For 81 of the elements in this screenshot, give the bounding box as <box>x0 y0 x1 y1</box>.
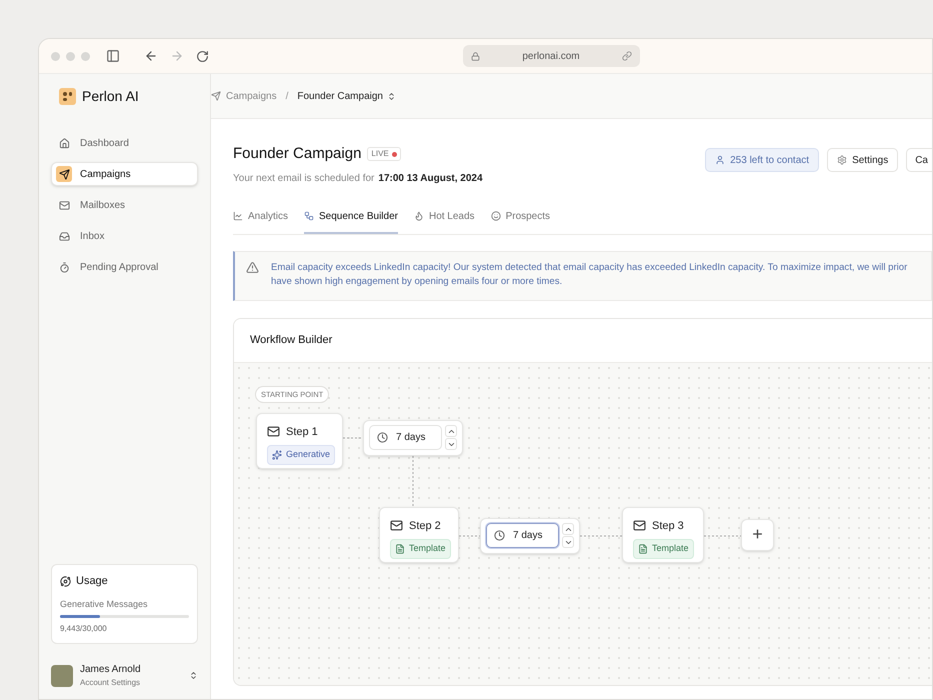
delay-field[interactable]: 7 days <box>369 425 442 450</box>
chart-icon <box>233 211 243 221</box>
logo-icon <box>59 88 76 105</box>
sidebar-toggle-icon[interactable] <box>106 49 120 63</box>
delay-field[interactable]: 7 days <box>486 523 559 548</box>
avatar <box>51 664 73 686</box>
schedule-text: Your next email is scheduled for <box>233 172 374 186</box>
mail-icon <box>267 425 280 438</box>
step-card[interactable]: Step 3 Template <box>622 506 704 562</box>
increment-button[interactable] <box>562 523 574 535</box>
nav-item[interactable]: Inbox <box>51 224 198 248</box>
back-icon[interactable] <box>144 49 158 63</box>
nav-item[interactable]: Pending Approval <box>51 255 198 279</box>
inbox-icon <box>58 230 70 242</box>
connector-line <box>342 437 364 438</box>
url-text: perlonai.com <box>521 50 581 64</box>
nav-item[interactable]: Mailboxes <box>51 193 198 217</box>
connector-line <box>580 535 622 536</box>
breadcrumb-current[interactable]: Founder Campaign <box>297 88 383 104</box>
user-subtitle: Account Settings <box>80 677 142 689</box>
user-name: James Arnold <box>80 663 142 677</box>
step-label: Step 3 <box>652 518 684 534</box>
tab[interactable]: Prospects <box>490 208 550 234</box>
panel-title: Workflow Builder <box>250 332 332 348</box>
send-icon <box>58 168 70 180</box>
reload-icon[interactable] <box>196 50 209 62</box>
link-icon[interactable] <box>622 51 632 61</box>
contacts-button[interactable]: 253 left to contact <box>705 148 820 172</box>
decrement-button[interactable] <box>445 438 457 450</box>
decrement-button[interactable] <box>562 536 574 548</box>
tab[interactable]: Analytics <box>233 208 288 234</box>
tab[interactable]: Sequence Builder <box>304 208 398 234</box>
document-icon <box>395 544 405 554</box>
send-icon <box>211 91 221 101</box>
step-card[interactable]: Step 2 Template <box>379 506 459 562</box>
flame-icon <box>414 211 424 221</box>
account-switch-icon[interactable] <box>189 671 198 680</box>
home-icon <box>58 138 70 148</box>
alert-text: Email capacity exceeds LinkedIn capacity! Our system detected that email capacity has exceeded LinkedIn capacity. To maximize impact, we will prior have shown high engagement by opening emails four or more times. <box>271 260 908 288</box>
breadcrumb-separator: / <box>286 90 288 104</box>
step-badge: Template <box>633 539 694 558</box>
usage-reading: 9,443/30,000 <box>60 623 108 635</box>
settings-button[interactable]: Settings <box>827 148 898 172</box>
mail-icon <box>390 519 403 532</box>
nav-item[interactable]: Dashboard <box>51 131 198 155</box>
schedule-time: 17:00 13 August, 2024 <box>378 172 483 186</box>
step-badge: Template <box>390 539 451 558</box>
lock-icon <box>471 52 480 60</box>
tab[interactable]: Hot Leads <box>414 208 475 234</box>
app-name: Perlon AI <box>82 87 139 106</box>
delay-value: 7 days <box>513 529 542 543</box>
increment-button[interactable] <box>445 425 457 437</box>
nav-item[interactable]: Campaigns <box>51 162 198 186</box>
usage-label: Generative Messages <box>60 598 149 611</box>
step-label: Step 2 <box>409 518 441 534</box>
address-bar[interactable]: perlonai.com <box>463 45 640 67</box>
step-label: Step 1 <box>286 424 318 440</box>
document-icon <box>638 544 648 554</box>
add-step-button[interactable]: + <box>741 518 774 550</box>
header-button[interactable]: Ca <box>906 148 932 172</box>
step-badge: Generative <box>267 445 336 464</box>
status-badge: LIVE <box>367 147 401 162</box>
switch-icon[interactable] <box>386 92 396 100</box>
mail-icon <box>633 519 646 532</box>
person-icon <box>715 155 726 165</box>
flow-icon <box>304 211 314 221</box>
connector-line <box>412 455 414 507</box>
usage-title: Usage <box>76 574 108 589</box>
connector-line <box>458 535 480 536</box>
campaign-title: Founder Campaign <box>233 144 362 164</box>
smile-icon <box>490 211 501 221</box>
clock-icon <box>377 432 388 443</box>
step-card[interactable]: Step 1 Generative <box>256 412 343 468</box>
delay-value: 7 days <box>396 431 426 445</box>
settings-icon <box>837 155 848 165</box>
stopwatch-icon <box>58 262 70 272</box>
clock-icon <box>494 530 505 541</box>
warning-icon <box>246 260 259 274</box>
mail-icon <box>58 200 70 210</box>
sparkle-icon <box>272 450 282 460</box>
connector-line <box>704 535 742 536</box>
